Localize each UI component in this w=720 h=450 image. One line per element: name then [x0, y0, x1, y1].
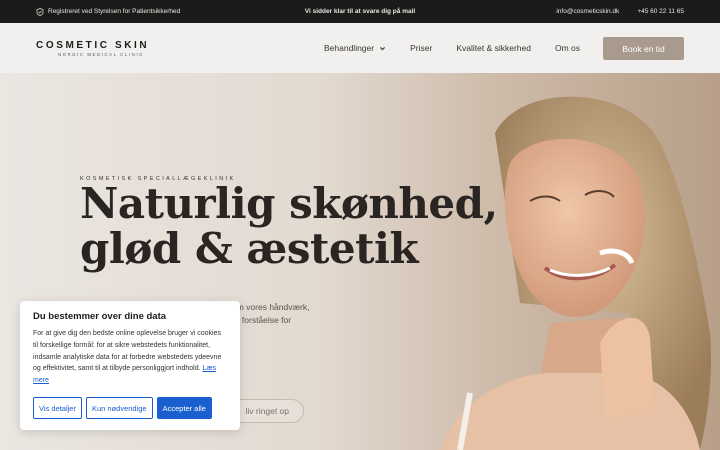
cookie-text: For at give dig den bedste online opleve… [33, 328, 227, 387]
body-line-2: or forståelse for [232, 315, 292, 325]
nav-item-kvalitet[interactable]: Kvalitet & sikkerhed [456, 43, 531, 53]
cookie-title: Du bestemmer over dine data [33, 311, 167, 322]
shield-check-icon [36, 7, 44, 16]
cookie-consent-dialog: Du bestemmer over dine data For at give … [20, 301, 240, 430]
cookie-body: For at give dig den bedste online opleve… [33, 330, 222, 373]
nav-item-om-os[interactable]: Om os [555, 43, 580, 53]
accept-all-button[interactable]: Accepter alle [156, 397, 212, 419]
main-nav: Behandlinger Priser Kvalitet & sikkerhed… [324, 43, 580, 53]
nav-item-label: Om os [554, 43, 580, 53]
show-details-button[interactable]: Vis detaljer [33, 397, 82, 419]
hero-body-text: em vores håndværk, or forståelse for [232, 301, 309, 327]
nav-item-label: Priser [410, 43, 433, 53]
logo-tagline: NORDIC MEDICAL CLINIC [58, 51, 144, 57]
phone-link[interactable]: +45 60 22 11 65 [637, 8, 684, 15]
nav-item-behandlinger[interactable]: Behandlinger [324, 43, 386, 53]
registration-notice: Registreret ved Styrelsen for Patientsik… [36, 7, 266, 16]
logo-brand: COSMETIC SKIN [36, 39, 150, 51]
logo[interactable]: COSMETIC SKIN NORDIC MEDICAL CLINIC [36, 40, 236, 57]
site-header: COSMETIC SKIN NORDIC MEDICAL CLINIC Beha… [0, 23, 720, 73]
necessary-only-button[interactable]: Kun nødvendige [85, 397, 153, 419]
hero-headline: Naturlig skønhed, glød & æstetik [80, 181, 498, 271]
body-line-1: em vores håndværk, [232, 302, 310, 312]
nav-item-priser[interactable]: Priser [410, 43, 432, 53]
email-link[interactable]: info@cosmeticskin.dk [556, 8, 619, 15]
book-appointment-button[interactable]: Book en tid [603, 37, 684, 60]
nav-item-label: Behandlinger [324, 43, 375, 53]
headline-line-1: Naturlig skønhed, [80, 179, 498, 228]
chevron-down-icon [380, 46, 386, 50]
call-me-label: liv ringet op [245, 406, 289, 416]
nav-item-label: Kvalitet & sikkerhed [456, 43, 531, 53]
registration-text: Registreret ved Styrelsen for Patientsik… [48, 8, 181, 15]
contact-message: Vi sidder klar til at svare dig på mail [304, 8, 416, 15]
top-bar: Registreret ved Styrelsen for Patientsik… [0, 0, 720, 23]
headline-line-2: glød & æstetik [80, 224, 419, 273]
